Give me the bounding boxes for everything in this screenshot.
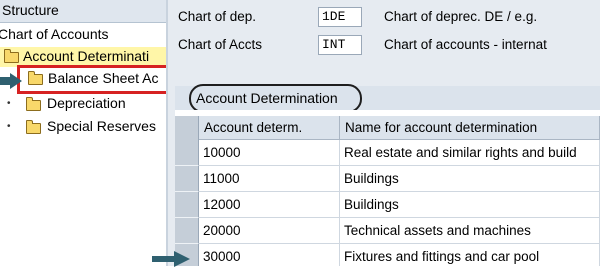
chart-of-dep-description: Chart of deprec. DE / e.g. — [384, 9, 538, 24]
table-cell-account-determ[interactable]: 20000 — [199, 218, 340, 244]
chart-of-dep-label: Chart of dep. — [178, 9, 257, 24]
structure-tree-panel: Structure Chart of Accounts Account Dete… — [0, 0, 168, 266]
table-cell-name[interactable]: Fixtures and fittings and car pool — [340, 244, 600, 266]
chart-of-accts-label: Chart of Accts — [178, 37, 263, 52]
table-cell-name[interactable]: Buildings — [340, 192, 600, 218]
tree-item-label: Special Reserves — [47, 118, 156, 134]
folder-icon — [4, 49, 19, 63]
chart-of-accts-field[interactable]: INT — [318, 35, 362, 55]
table-cell-account-determ[interactable]: 30000 — [199, 244, 340, 266]
tree-item-label: Chart of Accounts — [0, 26, 109, 42]
column-header-name[interactable]: Name for account determination — [340, 116, 600, 140]
tree-bullet: • — [7, 121, 11, 132]
table-cell-name[interactable]: Real estate and similar rights and build — [340, 140, 600, 166]
row-selector[interactable] — [175, 192, 199, 218]
tree-header: Structure — [0, 0, 168, 23]
table-cell-name[interactable]: Buildings — [340, 166, 600, 192]
pointer-arrow-icon — [0, 73, 22, 89]
table-cell-account-determ[interactable]: 11000 — [199, 166, 340, 192]
row-selector[interactable] — [175, 218, 199, 244]
row-selector[interactable] — [175, 140, 199, 166]
chart-of-dep-field[interactable]: 1DE — [318, 7, 362, 27]
tree-item-label: Account Determinati — [23, 48, 150, 64]
tree-bullet: • — [7, 98, 11, 109]
folder-icon — [28, 71, 43, 85]
tree-item-chart-of-accounts[interactable]: Chart of Accounts — [0, 24, 168, 46]
row-selector[interactable] — [175, 166, 199, 192]
table-title: Account Determination — [196, 90, 338, 106]
tree-item-special-reserves[interactable]: • Special Reserves — [0, 116, 168, 138]
table-cell-account-determ[interactable]: 10000 — [199, 140, 340, 166]
select-all-cell[interactable] — [175, 116, 199, 140]
tree-item-depreciation[interactable]: • Depreciation — [0, 93, 168, 115]
pointer-arrow-icon — [152, 251, 190, 267]
tree-item-label: Depreciation — [47, 95, 126, 111]
folder-icon — [26, 120, 41, 134]
chart-of-accts-description: Chart of accounts - internat — [384, 37, 547, 52]
folder-icon — [26, 97, 41, 111]
account-determination-table: Account determ. Name for account determi… — [175, 110, 600, 266]
column-header-account-determ[interactable]: Account determ. — [199, 116, 340, 140]
table-cell-account-determ[interactable]: 12000 — [199, 192, 340, 218]
tree-header-label: Structure — [2, 2, 59, 18]
tree-item-account-determination[interactable]: Account Determinati — [0, 47, 168, 67]
tree-item-balance-sheet-accounts[interactable]: Balance Sheet Ac — [22, 68, 166, 90]
table-cell-name[interactable]: Technical assets and machines — [340, 218, 600, 244]
tree-item-label: Balance Sheet Ac — [48, 70, 159, 86]
